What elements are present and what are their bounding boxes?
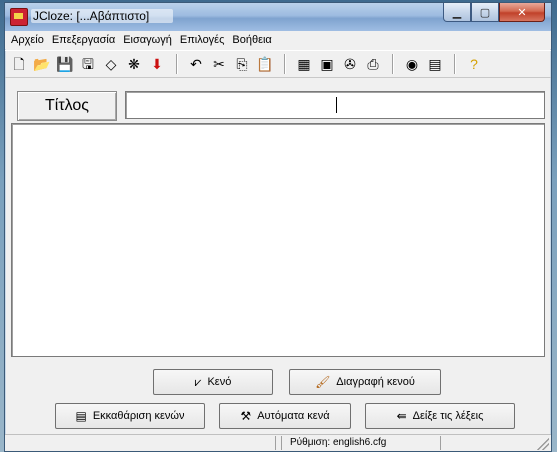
menu-edit[interactable]: Επεξεργασία xyxy=(48,31,119,49)
title-label-button[interactable]: Τίτλος xyxy=(17,91,117,121)
toolbar: 🗋 📂 💾 🖫 ◇ ❋ ⬇ ↶ ✂ ⎘ 📋 ▦ ▣ ✇ ⎙ ◉ ▤? xyxy=(5,50,551,78)
menu-insert[interactable]: Εισαγωγή xyxy=(119,31,176,49)
title-input[interactable] xyxy=(125,91,545,119)
brush-icon: 🖌 xyxy=(315,375,331,389)
list-arrow-icon: ⇚ xyxy=(396,409,407,423)
show-words-button[interactable]: ⇚ Δείξε τις λέξεις xyxy=(365,403,515,429)
export-print-icon[interactable]: ⎙ xyxy=(363,54,383,74)
settings-icon[interactable]: ▤ xyxy=(425,54,445,74)
window-title: JCloze: [...Αβάπτιστο] xyxy=(31,9,174,23)
new-file-icon[interactable]: 🗋 xyxy=(9,54,29,74)
minimize-icon: ▁ xyxy=(452,6,462,19)
eraser-icon[interactable]: ◇ xyxy=(101,54,121,74)
exit-arrow-icon[interactable]: ⬇ xyxy=(147,54,167,74)
status-config: Ρύθμιση: english6.cfg xyxy=(281,436,441,450)
copy-icon[interactable]: ⎘ xyxy=(232,54,252,74)
menu-file[interactable]: Αρχείο xyxy=(7,31,48,49)
gap-button[interactable]: ⩗ Κενό xyxy=(153,369,273,395)
undo-icon[interactable]: ↶ xyxy=(186,54,206,74)
show-words-button-label: Δείξε τις λέξεις xyxy=(412,410,484,422)
create-web-page-icon[interactable]: ▦ xyxy=(294,54,314,74)
toolbar-separator xyxy=(454,54,456,74)
create-drag-drop-icon[interactable]: ▣ xyxy=(317,54,337,74)
caption-buttons: ▁ ▢ ✕ xyxy=(443,3,545,22)
text-caret xyxy=(336,97,337,113)
menu-options[interactable]: Επιλογές xyxy=(176,31,229,49)
jcloze-window: JCloze: [...Αβάπτιστο] ▁ ▢ ✕ Αρχείο Επεξ… xyxy=(4,2,552,452)
title-row: Τίτλος xyxy=(15,91,545,121)
menu-help[interactable]: Βοήθεια xyxy=(228,31,275,49)
save-as-icon[interactable]: 🖫 xyxy=(78,54,98,74)
clear-gaps-button[interactable]: ▤ Εκκαθάριση κενών xyxy=(55,403,205,429)
close-icon: ✕ xyxy=(517,6,527,19)
toolbar-separator xyxy=(284,54,286,74)
magic-wand-icon: ⚒ xyxy=(240,409,252,423)
cloze-text-area[interactable] xyxy=(11,123,545,357)
gap-button-label: Κενό xyxy=(207,376,232,388)
delete-gap-button-label: Διαγραφή κενού xyxy=(336,376,415,388)
auto-gaps-button[interactable]: ⚒ Αυτόματα κενά xyxy=(219,403,351,429)
maximize-button[interactable]: ▢ xyxy=(471,3,499,22)
toolbar-separator xyxy=(392,54,394,74)
app-icon xyxy=(10,8,28,26)
help-icon[interactable]: ? xyxy=(464,54,484,74)
web-icon[interactable]: ❋ xyxy=(124,54,144,74)
paste-icon[interactable]: 📋 xyxy=(255,54,275,74)
close-button[interactable]: ✕ xyxy=(499,3,545,22)
open-folder-icon[interactable]: 📂 xyxy=(32,54,52,74)
cut-icon[interactable]: ✂ xyxy=(209,54,229,74)
status-bar: Ρύθμιση: english6.cfg xyxy=(5,434,551,451)
minimize-button[interactable]: ▁ xyxy=(443,3,471,22)
delete-gap-button[interactable]: 🖌 Διαγραφή κενού xyxy=(289,369,441,395)
save-icon[interactable]: 💾 xyxy=(55,54,75,74)
title-bar[interactable]: JCloze: [...Αβάπτιστο] ▁ ▢ ✕ xyxy=(5,3,551,31)
export-icon[interactable]: ✇ xyxy=(340,54,360,74)
clear-gaps-button-label: Εκκαθάριση κενών xyxy=(92,410,185,422)
clear-list-icon: ▤ xyxy=(75,409,87,423)
toolbar-separator xyxy=(176,54,178,74)
config-icon[interactable]: ◉ xyxy=(402,54,422,74)
auto-gaps-button-label: Αυτόματα κενά xyxy=(257,410,330,422)
resize-grip-icon[interactable] xyxy=(537,438,549,450)
status-cell-empty xyxy=(7,436,276,450)
maximize-icon: ▢ xyxy=(479,6,491,19)
menu-bar: Αρχείο Επεξεργασία Εισαγωγή Επιλογές Βοή… xyxy=(5,31,551,49)
gap-icon: ⩗ xyxy=(194,374,202,389)
